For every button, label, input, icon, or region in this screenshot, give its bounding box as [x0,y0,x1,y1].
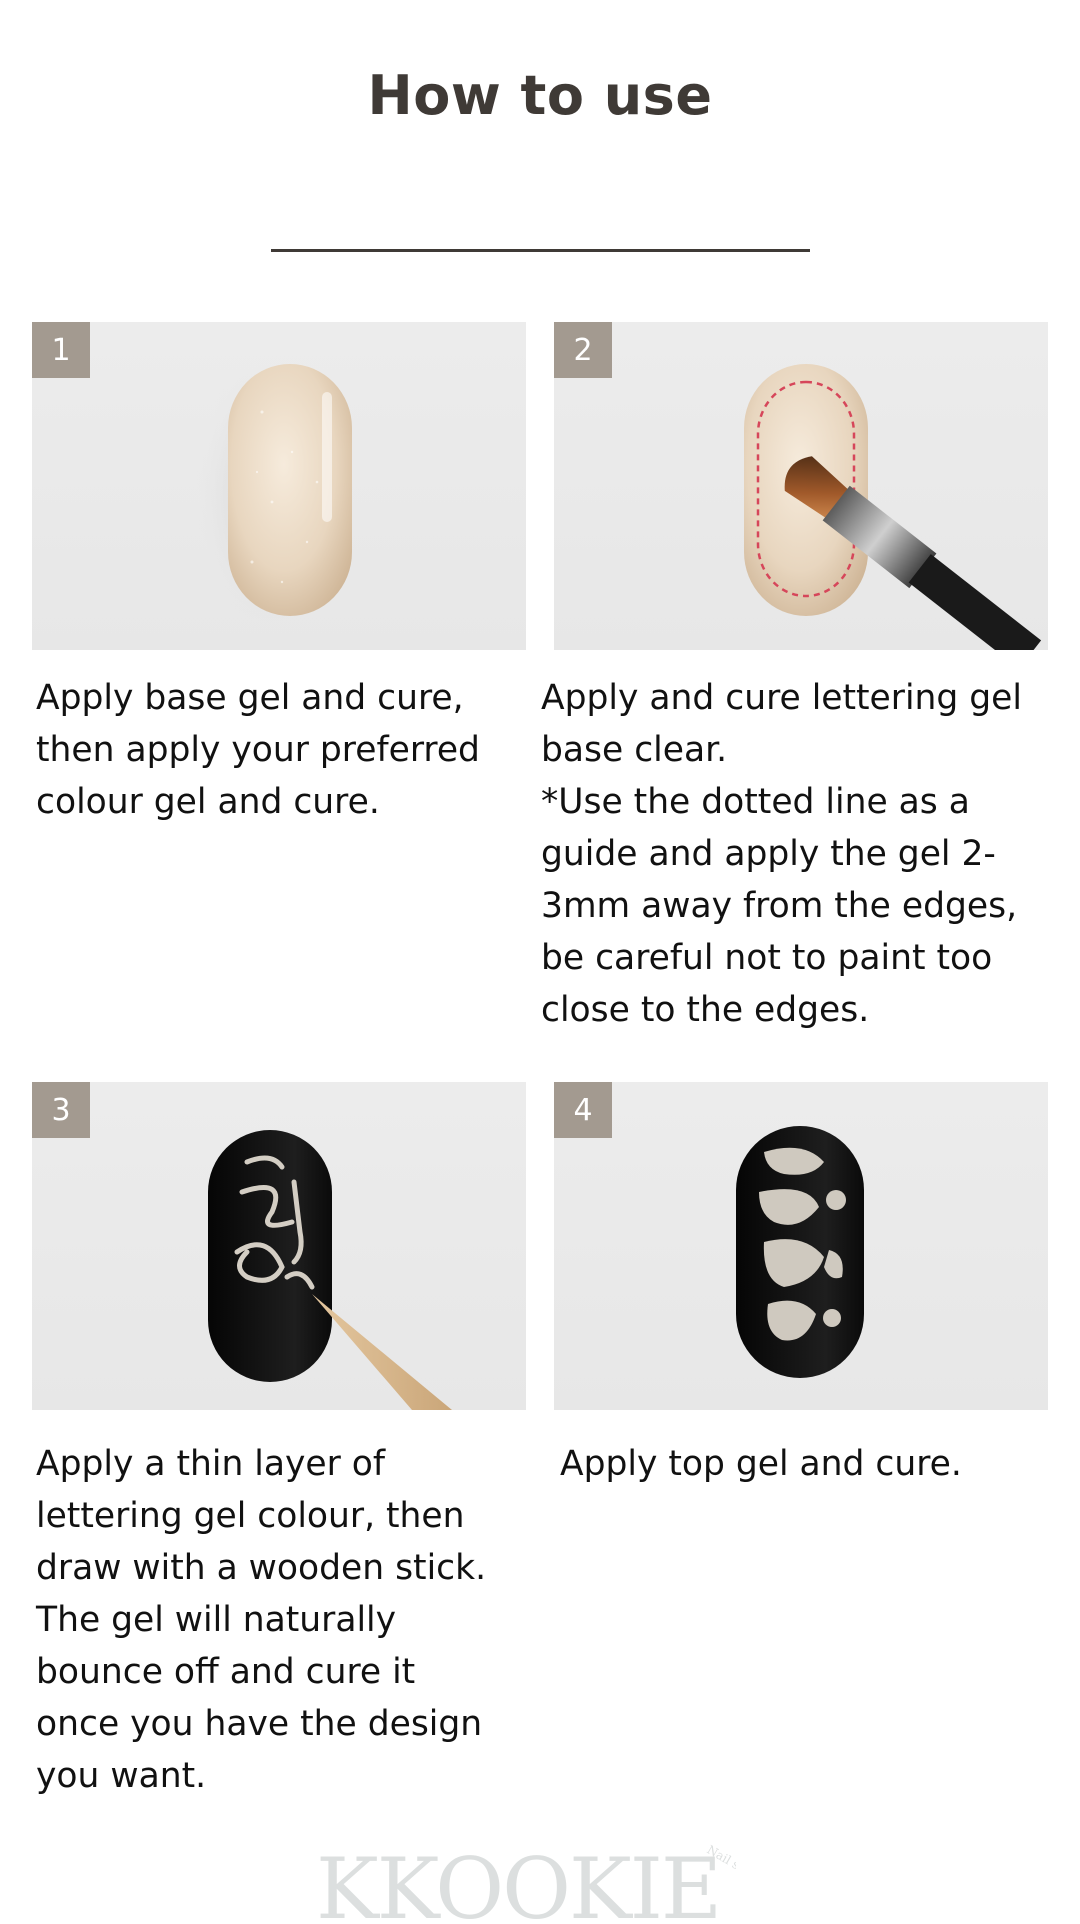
step-1-photo: 1 [32,322,526,650]
brand-wordmark: KKOOKIE [316,1840,720,1920]
step-4-description: Apply top gel and cure. [560,1444,962,1484]
finished-nail-image [736,1126,864,1378]
step-3-photo: 3 [32,1082,526,1410]
black-nail-stick-image [208,1130,452,1410]
brand-logo: KKOOKIE Nail supply co. [316,1838,790,1924]
step-3-description: Apply a thin layer of lettering gel colo… [36,1444,487,1796]
step-3-badge: 3 [32,1082,90,1138]
page-title: How to use [367,64,713,127]
nude-nail-image [194,356,352,632]
step-4-photo: 4 [554,1082,1048,1410]
step-2-photo: 2 [554,322,1048,650]
kkookie-logo-mark: KKOOKIE Nail supply co. [316,1840,790,1924]
step-2-description: Apply and cure lettering gel base clear.… [541,678,1022,1030]
step-1-badge: 1 [32,322,90,378]
step-4-badge: 4 [554,1082,612,1138]
step-1-description: Apply base gel and cure, then apply your… [36,678,480,822]
title-divider [271,249,810,252]
step-2-badge: 2 [554,322,612,378]
nail-brush-image [744,364,1042,650]
